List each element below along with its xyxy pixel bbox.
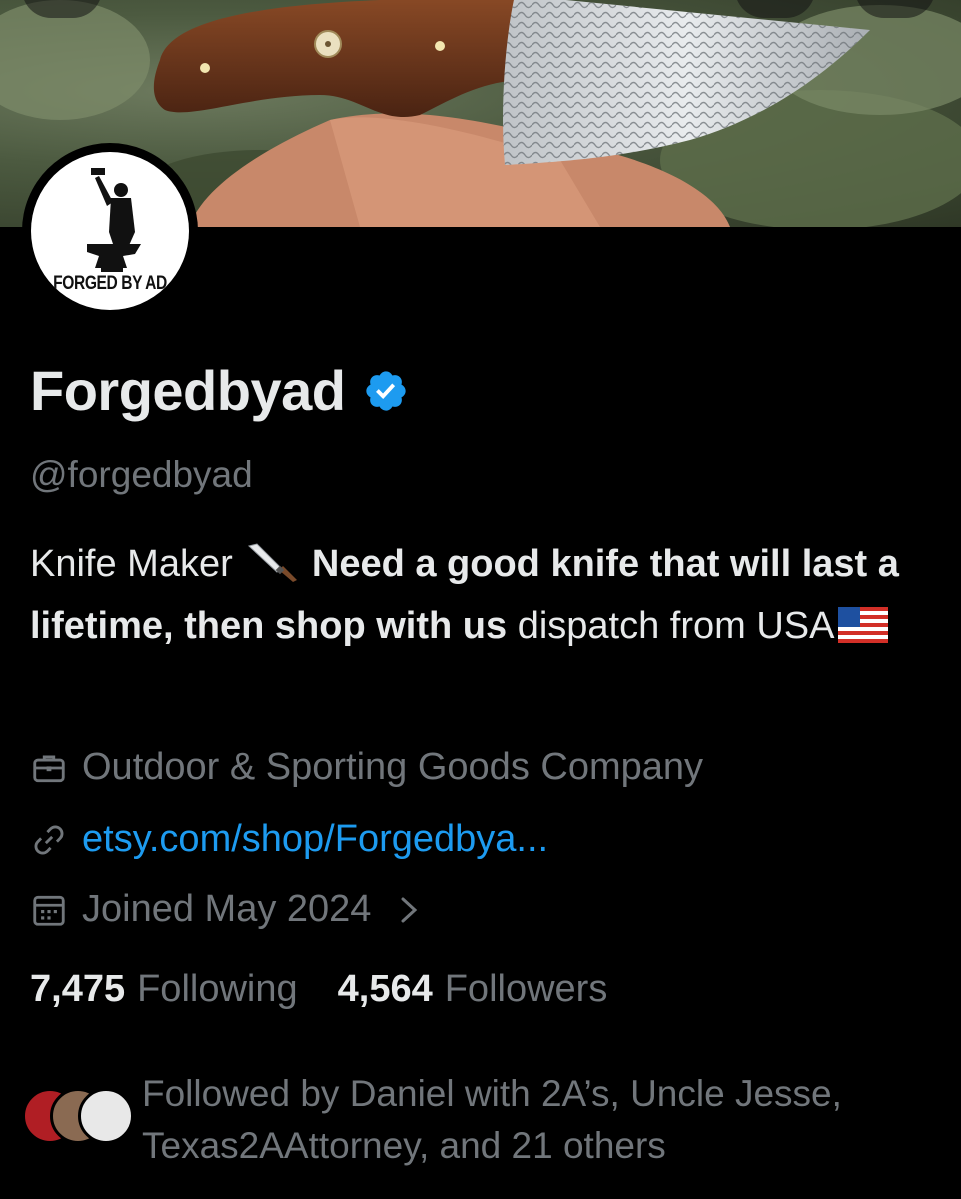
profile-category: Outdoor & Sporting Goods Company [30,746,703,789]
profile-website-link[interactable]: etsy.com/shop/Forgedbya... [82,818,548,861]
link-icon [34,825,64,854]
follower-avatar [78,1088,134,1144]
following-count: 7,475 [30,968,126,1010]
followed-by-text: Followed by Daniel with 2A’s, Uncle Jess… [142,1073,842,1166]
bio-text: Knife Maker [30,543,244,585]
verified-badge-icon[interactable] [363,368,409,414]
avatar[interactable]: FORGED BY AD [22,143,198,319]
following-link[interactable]: 7,475 Following [30,968,298,1011]
followers-count: 4,564 [337,968,433,1010]
following-label: Following [137,968,298,1010]
avatar-logo-text: FORGED BY AD [53,273,167,294]
profile-handle: @forgedbyad [30,454,253,495]
profile-joined-row[interactable]: Joined May 2024 [30,888,421,931]
profile-stats: 7,475 Following 4,564 Followers [30,968,647,1011]
joined-text: Joined May 2024 [82,888,372,930]
profile-bio: Knife Maker Need a good knife that will … [30,533,930,657]
followers-link[interactable]: 4,564 Followers [338,968,608,1011]
profile-link-row[interactable]: etsy.com/shop/Forgedbya... [30,818,548,861]
us-flag-emoji [838,607,889,643]
avatar-image: FORGED BY AD [31,152,189,310]
knife-emoji [248,543,298,582]
display-name: Forgedbyad [30,358,409,423]
bio-text-2: dispatch from USA [507,605,835,647]
chevron-right-icon[interactable] [397,891,421,929]
briefcase-icon [33,754,65,782]
followers-label: Followers [444,968,608,1010]
category-text: Outdoor & Sporting Goods Company [82,746,704,788]
followed-by-avatars [22,1088,134,1148]
display-name-text: Forgedbyad [30,359,346,422]
calendar-icon [33,895,65,926]
followed-by-row[interactable]: Followed by Daniel with 2A’s, Uncle Jess… [22,1068,922,1172]
